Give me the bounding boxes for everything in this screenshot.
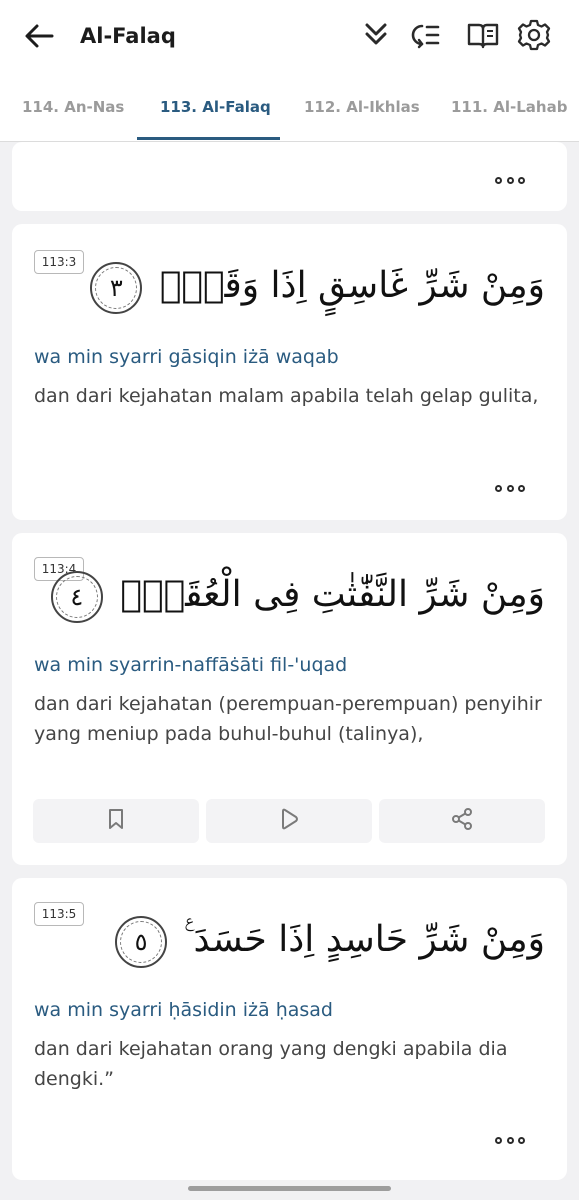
verse-ref-badge: 113:3 bbox=[34, 250, 84, 274]
translation: dan dari kejahatan (perempuan-perempuan)… bbox=[34, 693, 542, 745]
playlist-icon[interactable] bbox=[410, 18, 442, 52]
tab-al-lahab[interactable]: 111. Al-Lahab bbox=[451, 98, 567, 116]
gear-icon[interactable] bbox=[517, 18, 551, 52]
transliteration: wa min syarri gāsiqin iżā waqab bbox=[34, 346, 339, 368]
active-tab-indicator bbox=[137, 137, 280, 140]
arabic-text: وَمِنْ شَرِّ حَاسِدٍ اِذَا حَسَدَ ࣖ ٥ bbox=[115, 912, 545, 968]
double-chevron-down-icon[interactable] bbox=[360, 18, 392, 52]
verse-card: 113:3 وَمِنْ شَرِّ غَاسِقٍ اِذَا وَقَبَۙ… bbox=[12, 224, 567, 520]
more-options-icon[interactable] bbox=[495, 481, 525, 495]
share-button[interactable] bbox=[379, 799, 545, 843]
translation: dan dari kejahatan orang yang dengki apa… bbox=[34, 1038, 508, 1090]
tab-al-ikhlas[interactable]: 112. Al-Ikhlas bbox=[304, 98, 420, 116]
verse-ref-badge: 113:5 bbox=[34, 902, 84, 926]
app-bar: Al-Falaq bbox=[0, 0, 579, 70]
bookmark-button[interactable] bbox=[33, 799, 199, 843]
more-options-icon[interactable] bbox=[495, 173, 525, 187]
surah-tabs: 114. An-Nas 113. Al-Falaq 112. Al-Ikhlas… bbox=[0, 70, 579, 142]
tab-al-falaq[interactable]: 113. Al-Falaq bbox=[160, 98, 271, 116]
play-button[interactable] bbox=[206, 799, 372, 843]
home-indicator[interactable] bbox=[188, 1186, 391, 1191]
transliteration: wa min syarri ḥāsidin iżā ḥasad bbox=[34, 999, 333, 1021]
verse-card-previous bbox=[12, 142, 567, 211]
more-options-icon[interactable] bbox=[495, 1133, 525, 1147]
translation: dan dari kejahatan malam apabila telah g… bbox=[34, 385, 539, 407]
page-title: Al-Falaq bbox=[80, 24, 176, 48]
bookmark-icon bbox=[106, 808, 126, 834]
verse-number-ornament: ٤ bbox=[50, 571, 103, 623]
play-icon bbox=[278, 808, 300, 834]
verse-number-ornament: ٣ bbox=[90, 262, 143, 314]
back-arrow-icon[interactable] bbox=[22, 20, 56, 52]
share-icon bbox=[450, 807, 474, 835]
verse-number-ornament: ٥ bbox=[115, 916, 168, 968]
verse-card: 113:4 وَمِنْ شَرِّ النَّفّٰثٰتِ فِى الْع… bbox=[12, 533, 567, 865]
tab-an-nas[interactable]: 114. An-Nas bbox=[22, 98, 124, 116]
arabic-text: وَمِنْ شَرِّ غَاسِقٍ اِذَا وَقَبَۙ ٣ bbox=[90, 258, 545, 314]
verse-card: 113:5 وَمِنْ شَرِّ حَاسِدٍ اِذَا حَسَدَ … bbox=[12, 878, 567, 1180]
arabic-text: وَمِنْ شَرِّ النَّفّٰثٰتِ فِى الْعُقَدِۙ… bbox=[50, 567, 545, 623]
transliteration: wa min syarrin-naffāṡāti fil-'uqad bbox=[34, 654, 348, 676]
book-icon[interactable] bbox=[466, 18, 499, 52]
